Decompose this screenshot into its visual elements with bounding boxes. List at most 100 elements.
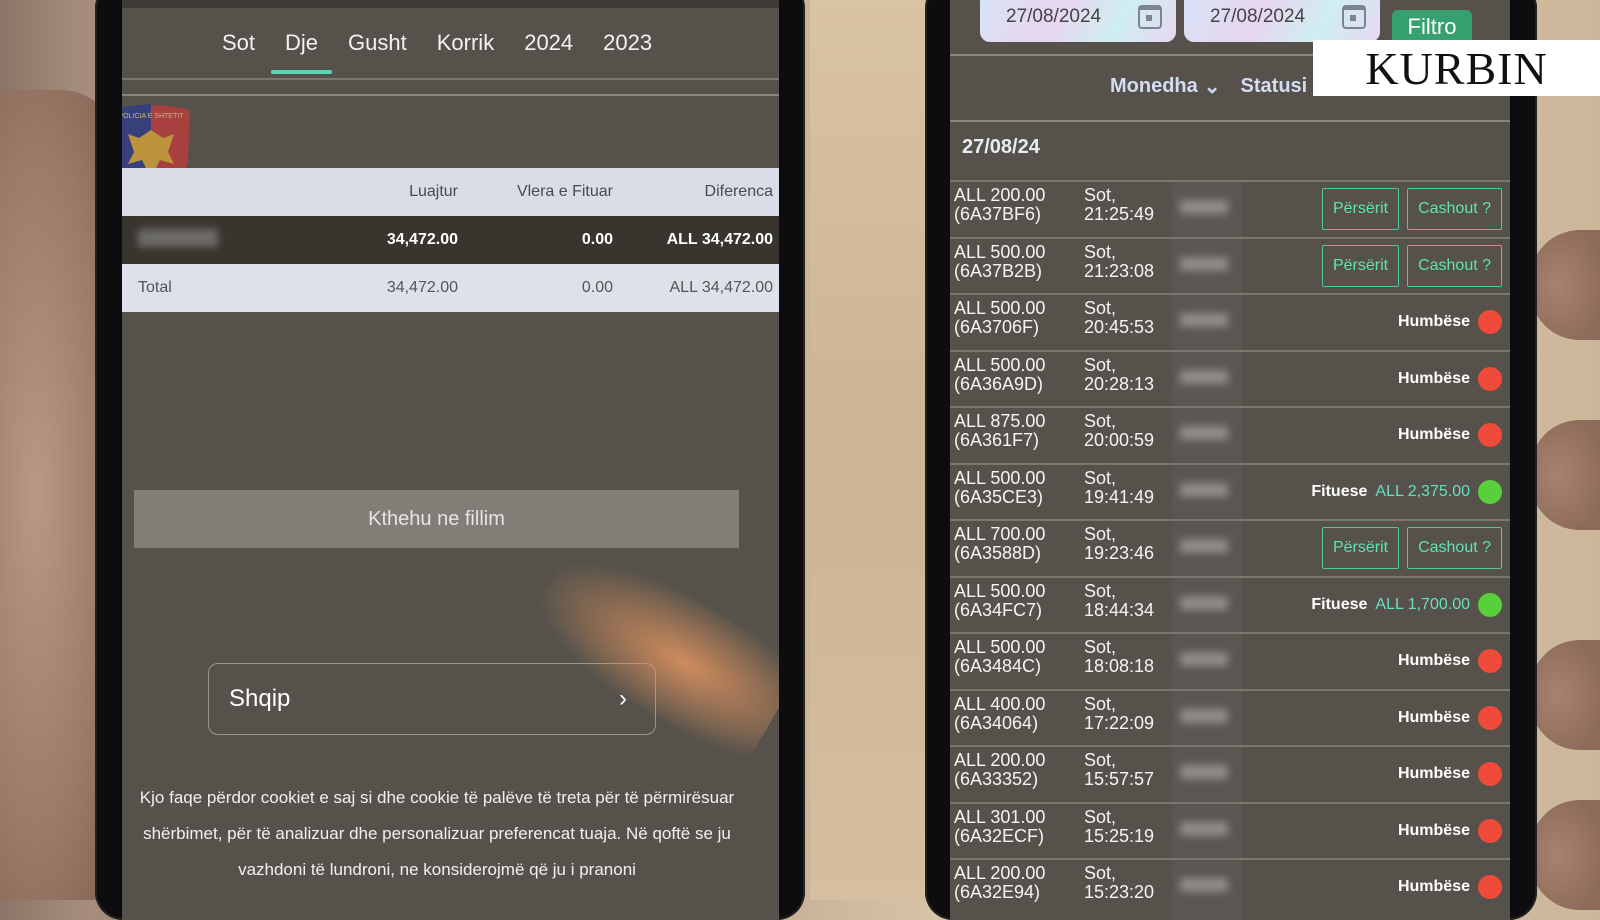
blurred-user [1180,426,1228,440]
bet-time: Sot, 21:25:49 [1084,186,1174,224]
tab-gusht[interactable]: Gusht [348,30,407,56]
language-select[interactable]: Shqip › [208,663,656,735]
lost-status-dot-icon [1478,423,1502,448]
bet-day: Sot, [1084,750,1117,770]
language-value: Shqip [229,685,291,712]
bet-day: Sot, [1084,693,1117,714]
bet-stake: ALL 875.00 [954,411,1046,431]
status-label: Humbëse [1397,652,1470,670]
bet-day: Sot, [1084,241,1117,262]
bet-stake: ALL 500.00 [954,241,1046,262]
bet-history-screen: 27/08/2024 27/08/2024 Filtro Monedha ⌄ S… [950,0,1510,920]
bet-time: Sot, 21:23:08 [1084,241,1174,281]
lost-status-dot-icon [1478,818,1502,843]
cell-diferenca: ALL 34,472.00 [666,231,773,248]
bet-status-area: Fituese ALL 1,700.00 [1311,578,1502,633]
header-vlera-e-fituar: Vlera e Fituar [516,183,613,200]
bet-code: (6A361F7) [954,430,1040,450]
bet-amount: ALL 400.00 (6A34064) [954,693,1084,733]
date-heading: 27/08/24 [962,136,1040,158]
summary-screen: Sot Dje Gusht Korrik 2024 2023 POLICIA E… [122,0,779,920]
cashout-button[interactable]: Cashout ? [1407,188,1502,231]
calendar-icon[interactable] [1342,5,1366,29]
bet-row[interactable]: ALL 200.00 (6A33352) Sot, 15:57:57 Humbëse [950,745,1510,802]
bet-code: (6A34064) [954,712,1039,733]
bet-stake: ALL 200.00 [954,863,1046,883]
repeat-button[interactable]: Përsërit [1321,244,1400,287]
bet-row[interactable]: ALL 500.00 (6A35CE3) Sot, 19:41:49 Fituese AL… [950,462,1510,520]
cashout-button[interactable]: Cashout ? [1407,244,1502,287]
tab-dje[interactable]: Dje [271,30,333,74]
finger [1530,420,1600,530]
bet-day: Sot, [1084,580,1117,601]
bet-code: (6A32ECF) [954,825,1045,846]
calendar-icon[interactable] [1138,5,1162,29]
blurred-user [1180,200,1228,214]
bet-day: Sot, [1084,863,1117,883]
tab-2024[interactable]: 2024 [524,30,573,56]
tab-2023[interactable]: 2023 [603,30,652,56]
finger [1530,800,1600,910]
bet-row[interactable]: ALL 500.00 (6A37B2B) Sot, 21:23:08 Përsërit C… [950,236,1510,294]
bet-status-area: Humbëse [1398,691,1502,746]
bet-row[interactable]: ALL 400.00 (6A34064) Sot, 17:22:09 Humbëse [950,688,1510,746]
tab-korrik[interactable]: Korrik [437,30,494,56]
bet-amount: ALL 500.00 (6A3484C) [954,638,1084,676]
bet-row[interactable]: ALL 700.00 (6A3588D) Sot, 19:23:46 Përsërit C… [950,519,1510,576]
filter-button[interactable]: Filtro [1392,10,1472,44]
bet-day: Sot, [1084,637,1117,657]
bet-day: Sot, [1084,298,1117,318]
bet-amount: ALL 500.00 (6A37B2B) [954,241,1084,281]
total-label: Total [138,279,172,296]
currency-dropdown-label: Monedha [1110,75,1198,97]
cashout-button[interactable]: Cashout ? [1407,527,1502,570]
bet-amount: ALL 700.00 (6A3588D) [954,525,1084,563]
status-label: Humbëse [1397,878,1470,896]
bet-status-area: Humbëse [1398,747,1502,802]
bet-code: (6A3484C) [954,656,1042,676]
repeat-button[interactable]: Përsërit [1321,527,1400,570]
tab-sot[interactable]: Sot [222,30,255,56]
date-from-input[interactable]: 27/08/2024 [980,0,1176,42]
bet-row[interactable]: ALL 500.00 (6A3706F) Sot, 20:45:53 Humbëse [950,293,1510,350]
bet-stake: ALL 400.00 [954,693,1046,714]
bet-amount: ALL 500.00 (6A35CE3) [954,468,1084,507]
bet-day: Sot, [1084,411,1117,431]
status-label: Humbëse [1397,765,1470,783]
bet-day: Sot, [1084,354,1117,375]
bet-row[interactable]: ALL 500.00 (6A3484C) Sot, 18:08:18 Humbëse [950,632,1510,689]
bet-code: (6A3588D) [954,543,1042,563]
total-diferenca: ALL 34,472.00 [669,279,774,296]
lost-status-dot-icon [1478,310,1502,335]
bet-stake: ALL 301.00 [954,806,1046,827]
background-wall [810,0,930,900]
bet-clock: 18:08:18 [1084,656,1155,676]
bet-status-area: Humbëse [1398,352,1502,407]
back-to-start-button[interactable]: Kthehu ne fillim [134,490,739,548]
bet-row[interactable]: ALL 500.00 (6A36A9D) Sot, 20:28:13 Humbëse [950,349,1510,407]
currency-dropdown[interactable]: Monedha ⌄ [1110,74,1221,99]
bet-row[interactable]: ALL 301.00 (6A32ECF) Sot, 15:25:19 Humbëse [950,801,1510,859]
blurred-user [1180,256,1228,271]
phone-left: Sot Dje Gusht Korrik 2024 2023 POLICIA E… [95,0,805,920]
bet-status-area: Përsërit Cashout ? [1321,182,1502,237]
bet-row[interactable]: ALL 200.00 (6A32E94) Sot, 15:23:20 Humbëse [950,858,1510,915]
table-row: 34,472.00 0.00 ALL 34,472.00 [122,216,779,264]
bet-amount: ALL 500.00 (6A34FC7) [954,581,1084,620]
bet-time: Sot, 19:41:49 [1084,468,1174,507]
bet-status-area: Humbëse [1398,295,1502,350]
bet-amount: ALL 500.00 (6A3706F) [954,299,1084,337]
bet-code: (6A32E94) [954,882,1041,902]
date-to-input[interactable]: 27/08/2024 [1184,0,1380,42]
bet-row[interactable]: ALL 200.00 (6A37BF6) Sot, 21:25:49 Përsërit C… [950,180,1510,237]
divider [122,94,779,96]
status-strip [122,0,779,8]
bet-row[interactable]: ALL 500.00 (6A34FC7) Sot, 18:44:34 Fituese AL… [950,575,1510,633]
bet-status-area: Humbëse [1398,634,1502,689]
win-amount: ALL 2,375.00 [1375,482,1470,500]
bet-row[interactable]: ALL 875.00 (6A361F7) Sot, 20:00:59 Humbëse [950,406,1510,463]
bet-stake: ALL 700.00 [954,524,1046,544]
repeat-button[interactable]: Përsërit [1321,188,1400,231]
bet-code: (6A35CE3) [954,486,1044,507]
table-total-row: Total 34,472.00 0.00 ALL 34,472.00 [122,264,779,312]
